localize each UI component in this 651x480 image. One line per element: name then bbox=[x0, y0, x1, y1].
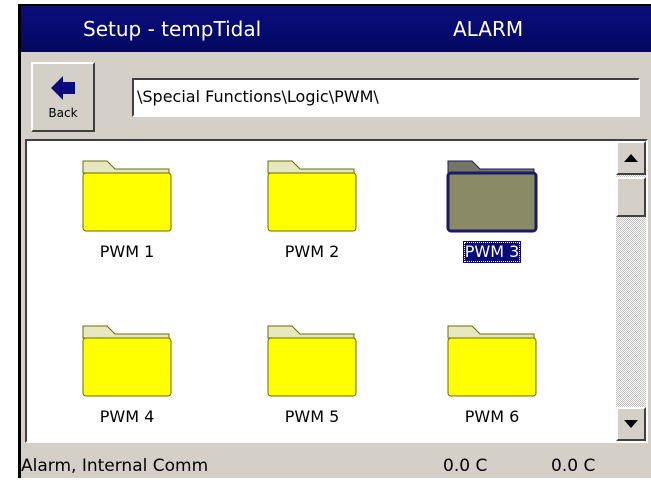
folder-label: PWM 2 bbox=[284, 242, 340, 261]
folder-item[interactable]: PWM 6 bbox=[427, 316, 557, 456]
status-value-2: 0.0 C bbox=[551, 456, 596, 476]
folder-icon bbox=[447, 325, 537, 397]
triangle-up-icon bbox=[624, 154, 638, 162]
arrow-left-icon bbox=[51, 76, 75, 100]
triangle-down-icon bbox=[624, 420, 638, 428]
scroll-thumb[interactable] bbox=[616, 177, 646, 217]
back-button-label: Back bbox=[48, 106, 78, 120]
folder-label: PWM 5 bbox=[284, 407, 340, 426]
folder-item[interactable]: PWM 2 bbox=[247, 151, 377, 291]
title-bar: Setup - tempTidal ALARM bbox=[21, 6, 651, 52]
back-button[interactable]: Back bbox=[31, 62, 95, 132]
path-field[interactable]: \Special Functions\Logic\PWM\ bbox=[132, 78, 640, 117]
folder-item[interactable]: PWM 4 bbox=[62, 316, 192, 456]
folder-icon bbox=[446, 160, 538, 233]
folder-browser: PWM 1 PWM 2 PWM 3 PWM 4 PWM 5 PWM 6 bbox=[25, 139, 648, 443]
folder-item[interactable]: PWM 1 bbox=[62, 151, 192, 291]
folder-label: PWM 3 bbox=[462, 241, 522, 263]
folder-item[interactable]: PWM 5 bbox=[247, 316, 377, 456]
alarm-indicator[interactable]: ALARM bbox=[453, 6, 523, 52]
scroll-down-button[interactable] bbox=[616, 407, 646, 441]
window-title: Setup - tempTidal bbox=[83, 17, 262, 41]
folder-icon bbox=[267, 325, 357, 397]
folder-label: PWM 6 bbox=[464, 407, 520, 426]
folder-label: PWM 1 bbox=[99, 242, 155, 261]
status-message: Alarm, Internal Comm bbox=[21, 456, 209, 476]
app-window: Setup - tempTidal ALARM Back \Special Fu… bbox=[18, 4, 651, 478]
vertical-scrollbar[interactable] bbox=[616, 141, 646, 441]
folder-icon bbox=[82, 325, 172, 397]
folder-icon bbox=[82, 160, 172, 232]
folder-item[interactable]: PWM 3 bbox=[427, 151, 557, 291]
scroll-up-button[interactable] bbox=[616, 141, 646, 175]
status-value-1: 0.0 C bbox=[443, 456, 488, 476]
folder-label: PWM 4 bbox=[99, 407, 155, 426]
status-bar: Alarm, Internal Comm 0.0 C 0.0 C bbox=[21, 452, 651, 480]
folder-icon bbox=[267, 160, 357, 232]
